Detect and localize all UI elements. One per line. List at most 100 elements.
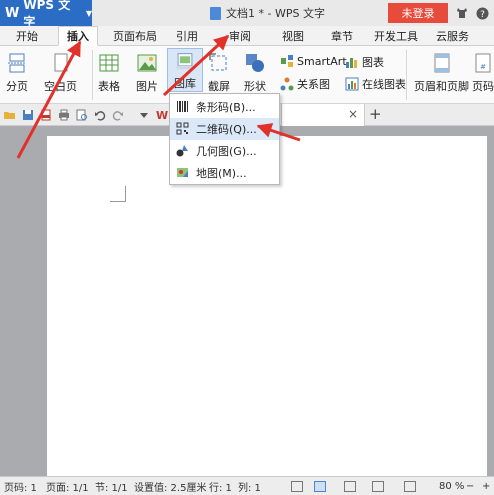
smartart-label: SmartArt [297, 54, 347, 68]
zoom-in-icon[interactable]: + [482, 477, 490, 495]
skin-icon[interactable] [454, 5, 470, 21]
smartart-button[interactable]: SmartArt [280, 54, 347, 68]
tab-references[interactable]: 引用 [176, 26, 198, 46]
map-icon [177, 168, 188, 177]
page-break-button[interactable]: 分页 [6, 52, 28, 94]
relation-label: 关系图 [297, 78, 330, 91]
header-footer-button[interactable]: 页眉和页脚 [414, 52, 469, 94]
tab-chapter[interactable]: 章节 [331, 26, 353, 46]
page-break-label: 分页 [6, 80, 28, 93]
dropdown-item-barcode[interactable]: 条形码(B)... [170, 96, 279, 118]
margin-corner-mark [110, 186, 126, 202]
tab-view[interactable]: 视图 [282, 26, 304, 46]
screenshot-icon [209, 53, 227, 71]
qrcode-icon [176, 122, 189, 135]
status-pages: 页面: 1/1 [46, 483, 89, 494]
dropdown-item-label: 二维码(Q)... [196, 123, 257, 136]
zoom-level: 80 % [439, 481, 465, 492]
table-label: 表格 [98, 80, 120, 93]
relation-icon [280, 77, 294, 91]
title-bar: W WPS 文字 ▼ 文档1 * - WPS 文字 未登录 ? [0, 0, 494, 29]
online-chart-label: 在线图表 [362, 78, 406, 91]
new-tab-icon[interactable]: + [369, 105, 382, 123]
document-tab[interactable]: × [281, 104, 365, 126]
chart-icon [346, 58, 357, 68]
customize-arrow-icon[interactable] [138, 109, 150, 121]
status-section: 节: 1/1 [95, 483, 128, 494]
print-preview-icon[interactable] [76, 109, 88, 121]
tab-insert[interactable]: 插入 [58, 26, 98, 46]
ribbon-separator [92, 50, 93, 100]
table-icon [99, 54, 119, 72]
gallery-icon [176, 53, 194, 70]
table-button[interactable]: 表格 [98, 52, 120, 94]
geometry-icon [176, 145, 188, 157]
export-pdf-icon[interactable] [40, 109, 52, 121]
gallery-dropdown: 条形码(B)... 二维码(Q)... 几何图(G)... 地图(M)... [169, 93, 280, 185]
web-view-icon[interactable] [372, 481, 384, 492]
wps-doc-icon[interactable]: W [156, 109, 170, 121]
header-footer-label: 页眉和页脚 [414, 80, 469, 93]
svg-text:W: W [156, 109, 168, 121]
help-icon[interactable]: ? [474, 5, 490, 21]
chart-button[interactable]: 图表 [345, 54, 384, 70]
blank-page-button[interactable]: 空白页 [44, 52, 77, 94]
screenshot-button[interactable]: 截屏 [208, 52, 230, 94]
online-chart-button[interactable]: 在线图表 [345, 76, 406, 92]
close-tab-icon[interactable]: × [348, 107, 358, 121]
document-icon [210, 6, 221, 20]
outline-view-icon[interactable] [344, 481, 356, 492]
page-number-icon: # [475, 53, 491, 73]
window-title-text: 文档1 * - WPS 文字 [226, 7, 325, 20]
status-setting: 设置值: 2.5厘米 [134, 483, 207, 494]
zoom-options-icon[interactable] [404, 481, 416, 492]
page-number-button[interactable]: # 页码 [472, 52, 494, 94]
picture-label: 图片 [136, 80, 158, 93]
chart-label: 图表 [362, 56, 384, 69]
dropdown-item-geometry[interactable]: 几何图(G)... [170, 140, 279, 162]
status-row: 行: 1 [209, 483, 232, 494]
tab-developer[interactable]: 开发工具 [374, 26, 418, 46]
page-view-icon[interactable] [314, 481, 326, 492]
online-chart-icon [345, 77, 359, 91]
zoom-out-icon[interactable]: − [466, 477, 474, 495]
window-title: 文档1 * - WPS 文字 [210, 0, 325, 26]
login-button[interactable]: 未登录 [388, 3, 448, 23]
header-footer-icon [434, 53, 449, 73]
barcode-icon [177, 101, 188, 112]
gallery-label: 图库 [174, 77, 196, 90]
status-bar: 页码: 1 页面: 1/1 节: 1/1 设置值: 2.5厘米 行: 1 列: … [0, 476, 494, 495]
wps-logo-icon: W [5, 5, 20, 21]
view-toggle-icon[interactable] [291, 481, 303, 492]
status-page-number: 页码: 1 [4, 483, 37, 494]
chevron-down-icon: ▼ [85, 8, 92, 18]
picture-button[interactable]: 图片 [136, 52, 158, 94]
tab-review[interactable]: 审阅 [229, 26, 251, 46]
shapes-button[interactable]: 形状 [244, 52, 266, 94]
svg-text:?: ? [480, 10, 485, 20]
gallery-button[interactable]: 图库 [167, 48, 203, 92]
shapes-label: 形状 [244, 80, 266, 93]
redo-icon[interactable] [112, 109, 124, 121]
print-icon[interactable] [58, 109, 70, 121]
dropdown-item-label: 条形码(B)... [196, 101, 256, 114]
blank-page-icon [54, 53, 67, 72]
smartart-icon [281, 55, 293, 67]
dropdown-item-map[interactable]: 地图(M)... [170, 162, 279, 184]
open-folder-icon[interactable] [4, 109, 16, 121]
tab-page-layout[interactable]: 页面布局 [113, 26, 157, 46]
wps-menu-button[interactable]: W WPS 文字 ▼ [0, 0, 92, 29]
status-column: 列: 1 [238, 483, 261, 494]
page-number-label: 页码 [472, 80, 494, 93]
shapes-icon [246, 54, 264, 72]
svg-text:#: # [480, 63, 486, 71]
undo-icon[interactable] [94, 109, 106, 121]
relation-button[interactable]: 关系图 [280, 76, 330, 92]
dropdown-item-label: 地图(M)... [196, 167, 247, 180]
dropdown-item-qrcode[interactable]: 二维码(Q)... [170, 118, 279, 140]
tab-cloud[interactable]: 云服务 [436, 26, 469, 46]
tab-home[interactable]: 开始 [16, 26, 38, 46]
save-icon[interactable] [22, 109, 34, 121]
picture-icon [137, 54, 157, 72]
ribbon-separator [406, 50, 407, 100]
